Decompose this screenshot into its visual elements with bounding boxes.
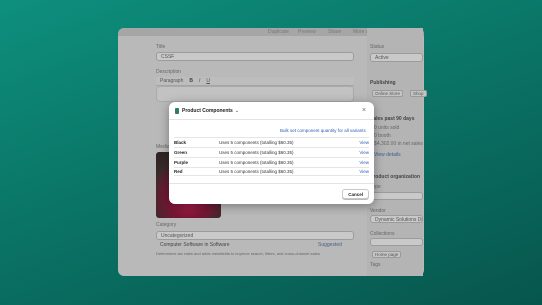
variant-components: Uses 5 components (totalling $60.35): [219, 149, 294, 155]
sales-line-2: 0 booth: [374, 133, 391, 139]
chevron-down-icon[interactable]: ⌄: [235, 108, 239, 114]
view-link[interactable]: View: [349, 150, 369, 155]
category-label: Category: [156, 222, 177, 228]
close-icon[interactable]: ×: [360, 107, 368, 115]
sales-label: Sales past 90 days: [370, 116, 415, 122]
modal-header: Product Components ⌄ ×: [169, 102, 374, 120]
product-organization-label: Product organization: [370, 174, 420, 180]
title-label: Title: [156, 44, 166, 50]
collections-input[interactable]: [370, 238, 423, 246]
variant-name: Red: [174, 169, 183, 174]
modal-title[interactable]: Product Components: [182, 108, 233, 114]
vendor-label: Vendor: [370, 208, 386, 214]
top-link-preview[interactable]: Preview: [298, 29, 316, 35]
bold-button[interactable]: B: [189, 78, 193, 84]
view-link[interactable]: View: [349, 160, 369, 165]
underline-button[interactable]: U: [206, 78, 210, 84]
channel-shop[interactable]: Shop: [410, 90, 427, 97]
bulk-set-quantity-link[interactable]: Bulk set component quantity for all vari…: [280, 128, 366, 133]
variant-components: Uses 5 components (totalling $60.35): [219, 139, 294, 145]
view-link[interactable]: View: [349, 169, 369, 174]
italic-button[interactable]: I: [199, 78, 200, 84]
publishing-label: Publishing: [370, 80, 396, 86]
view-details-link[interactable]: View details: [374, 152, 401, 158]
collections-label: Collections: [370, 231, 395, 237]
variant-row-green: Green Uses 5 components (totalling $60.3…: [174, 147, 369, 156]
media-label: Media: [156, 144, 170, 150]
channel-online-store[interactable]: Online Store: [372, 90, 404, 97]
variant-components: Uses 5 components (totalling $60.35): [219, 169, 294, 174]
vendor-input[interactable]: Dynamic Solutions Drive: [370, 215, 423, 223]
title-input[interactable]: CSSF: [156, 52, 354, 61]
sales-line-1: 0 units sold: [374, 125, 400, 131]
variant-row-purple: Purple Uses 5 components (totalling $60.…: [174, 157, 369, 166]
paragraph-select[interactable]: Paragraph: [160, 78, 183, 84]
variant-name: Black: [174, 139, 187, 145]
variant-name: Purple: [174, 159, 189, 165]
top-link-share[interactable]: Share: [328, 29, 341, 35]
status-label: Status: [370, 44, 385, 50]
top-link-duplicate[interactable]: Duplicate: [268, 29, 289, 35]
app-icon: [175, 107, 179, 114]
sales-line-3: $4,302.00 in net sales: [374, 141, 423, 147]
modal-footer: Cancel: [169, 183, 374, 204]
description-label: Description: [156, 69, 182, 75]
category-suggestion[interactable]: Computer Software in Software: [160, 242, 229, 248]
variant-components: Uses 5 components (totalling $60.35): [219, 159, 294, 165]
cancel-button[interactable]: Cancel: [342, 189, 369, 199]
type-input[interactable]: [370, 192, 423, 200]
variant-name: Green: [174, 149, 188, 155]
category-input[interactable]: Uncategorized: [156, 231, 354, 240]
collection-tag-home[interactable]: Home page: [372, 251, 402, 258]
status-select[interactable]: Active: [370, 53, 423, 62]
variant-row-black: Black Uses 5 components (totalling $60.3…: [174, 137, 369, 146]
editor-toolbar: Paragraph B I U: [156, 77, 354, 86]
description-editor[interactable]: [156, 86, 354, 102]
variant-row-red: Red Uses 5 components (totalling $60.35)…: [174, 167, 369, 176]
view-link[interactable]: View: [349, 140, 369, 145]
suggested-tag: Suggested: [318, 242, 342, 248]
category-help-text: Determines tax rates and adds metafields…: [156, 251, 320, 256]
tags-label: Tags: [370, 262, 381, 268]
